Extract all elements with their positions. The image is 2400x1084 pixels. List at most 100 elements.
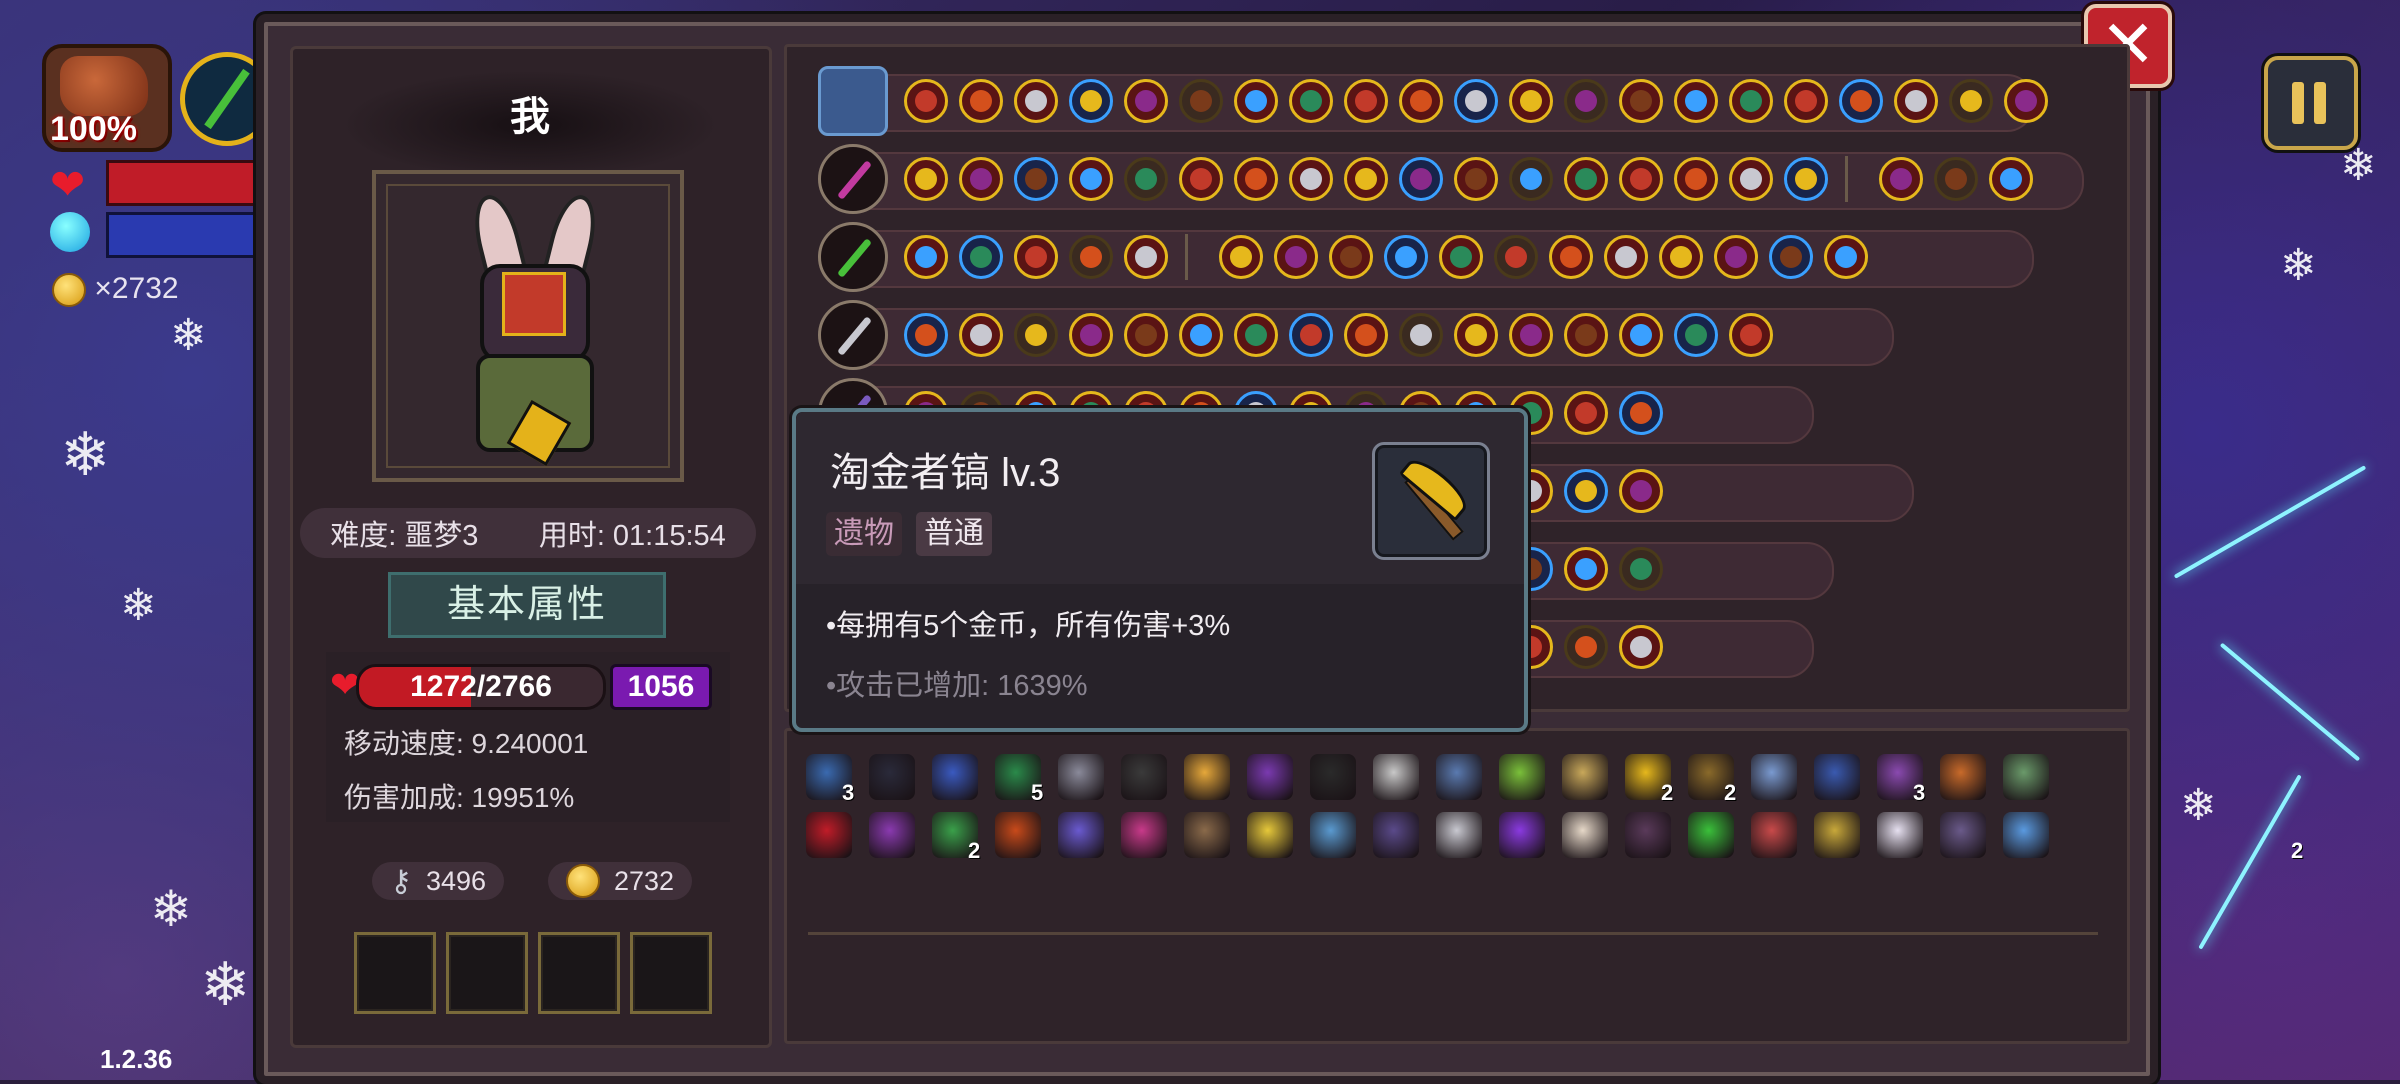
relic-item-icon[interactable] — [1436, 754, 1482, 800]
skill-icon[interactable] — [1399, 157, 1443, 201]
skill-icon[interactable] — [1784, 157, 1828, 201]
skill-icon[interactable] — [1989, 157, 2033, 201]
skill-icon[interactable] — [1564, 313, 1608, 357]
skill-icon[interactable] — [1509, 157, 1553, 201]
relic-item-icon[interactable] — [806, 812, 852, 858]
weapon-icon[interactable] — [818, 300, 888, 370]
skill-icon[interactable] — [1219, 235, 1263, 279]
skill-icon[interactable] — [1014, 313, 1058, 357]
skill-icon[interactable] — [1069, 157, 1113, 201]
skill-icon[interactable] — [1274, 235, 1318, 279]
skill-icon[interactable] — [1604, 235, 1648, 279]
skill-icon[interactable] — [1439, 235, 1483, 279]
chest-icon[interactable] — [818, 66, 888, 136]
skill-icon[interactable] — [1949, 79, 1993, 123]
skill-icon[interactable] — [1674, 157, 1718, 201]
skill-icon[interactable] — [1894, 79, 1938, 123]
relic-item-icon[interactable] — [1373, 812, 1419, 858]
relic-item-icon[interactable] — [1247, 812, 1293, 858]
skill-icon[interactable] — [1619, 157, 1663, 201]
skill-icon[interactable] — [1839, 79, 1883, 123]
weapon-icon[interactable] — [818, 144, 888, 214]
skill-icon[interactable] — [1619, 313, 1663, 357]
skill-icon[interactable] — [959, 157, 1003, 201]
equipment-slot-3[interactable] — [538, 932, 620, 1014]
relic-item-icon[interactable] — [995, 812, 1041, 858]
equipment-slot-2[interactable] — [446, 932, 528, 1014]
relic-item-icon[interactable] — [1121, 812, 1167, 858]
relic-item-icon[interactable] — [1499, 812, 1545, 858]
skill-icon[interactable] — [1564, 469, 1608, 513]
weapon-icon[interactable] — [818, 222, 888, 292]
skill-icon[interactable] — [1069, 79, 1113, 123]
relic-item-icon[interactable] — [1877, 812, 1923, 858]
skill-icon[interactable] — [1014, 157, 1058, 201]
skill-icon[interactable] — [1399, 79, 1443, 123]
skill-icon[interactable] — [2004, 79, 2048, 123]
relic-item-icon[interactable] — [2003, 812, 2049, 858]
skill-icon[interactable] — [1289, 313, 1333, 357]
skill-icon[interactable] — [1344, 157, 1388, 201]
relic-item-icon[interactable] — [1058, 754, 1104, 800]
skill-icon[interactable] — [1879, 157, 1923, 201]
skill-icon[interactable] — [1234, 313, 1278, 357]
skill-icon[interactable] — [1454, 79, 1498, 123]
relic-item-icon[interactable] — [1184, 754, 1230, 800]
skill-icon[interactable] — [1564, 79, 1608, 123]
skill-icon[interactable] — [1729, 313, 1773, 357]
skill-icon[interactable] — [1564, 391, 1608, 435]
relic-item-icon[interactable] — [932, 754, 978, 800]
skill-icon[interactable] — [1564, 625, 1608, 669]
skill-icon[interactable] — [1714, 235, 1758, 279]
skill-icon[interactable] — [1454, 157, 1498, 201]
relic-item-icon[interactable] — [1940, 812, 1986, 858]
skill-icon[interactable] — [1619, 79, 1663, 123]
relic-item-icon[interactable] — [1814, 754, 1860, 800]
skill-icon[interactable] — [904, 235, 948, 279]
relic-item-icon[interactable] — [869, 812, 915, 858]
skill-icon[interactable] — [1549, 235, 1593, 279]
skill-icon[interactable] — [1619, 547, 1663, 591]
skill-icon[interactable] — [1934, 157, 1978, 201]
skill-icon[interactable] — [1494, 235, 1538, 279]
relic-item-icon[interactable] — [1310, 754, 1356, 800]
skill-icon[interactable] — [1069, 235, 1113, 279]
skill-icon[interactable] — [1179, 157, 1223, 201]
skill-icon[interactable] — [1454, 313, 1498, 357]
skill-icon[interactable] — [904, 157, 948, 201]
skill-icon[interactable] — [1729, 79, 1773, 123]
relic-item-icon[interactable] — [1751, 812, 1797, 858]
relic-item-icon[interactable] — [1625, 812, 1671, 858]
skill-icon[interactable] — [959, 235, 1003, 279]
relic-item-icon[interactable] — [1499, 754, 1545, 800]
relic-item-icon[interactable] — [1436, 812, 1482, 858]
skill-icon[interactable] — [1564, 547, 1608, 591]
skill-icon[interactable] — [1344, 79, 1388, 123]
equipment-slot-1[interactable] — [354, 932, 436, 1014]
skill-icon[interactable] — [904, 313, 948, 357]
skill-icon[interactable] — [1784, 79, 1828, 123]
relic-item-icon[interactable] — [1184, 812, 1230, 858]
skill-icon[interactable] — [1674, 313, 1718, 357]
skill-icon[interactable] — [959, 313, 1003, 357]
skill-icon[interactable] — [1769, 235, 1813, 279]
relic-item-icon[interactable] — [1058, 812, 1104, 858]
skill-icon[interactable] — [1234, 157, 1278, 201]
relic-item-icon[interactable] — [1940, 754, 1986, 800]
skill-icon[interactable] — [1619, 625, 1663, 669]
relic-item-icon[interactable] — [1814, 812, 1860, 858]
skill-icon[interactable] — [1509, 313, 1553, 357]
relic-item-icon[interactable] — [2003, 754, 2049, 800]
pause-button[interactable] — [2264, 56, 2358, 150]
relic-item-icon[interactable] — [1562, 812, 1608, 858]
skill-icon[interactable] — [1824, 235, 1868, 279]
relic-item-icon[interactable] — [1247, 754, 1293, 800]
skill-icon[interactable] — [904, 79, 948, 123]
skill-icon[interactable] — [1329, 235, 1373, 279]
relic-item-icon[interactable] — [1751, 754, 1797, 800]
relic-item-icon[interactable] — [1688, 812, 1734, 858]
skill-icon[interactable] — [1069, 313, 1113, 357]
skill-icon[interactable] — [1564, 157, 1608, 201]
skill-icon[interactable] — [1124, 313, 1168, 357]
skill-icon[interactable] — [1124, 235, 1168, 279]
